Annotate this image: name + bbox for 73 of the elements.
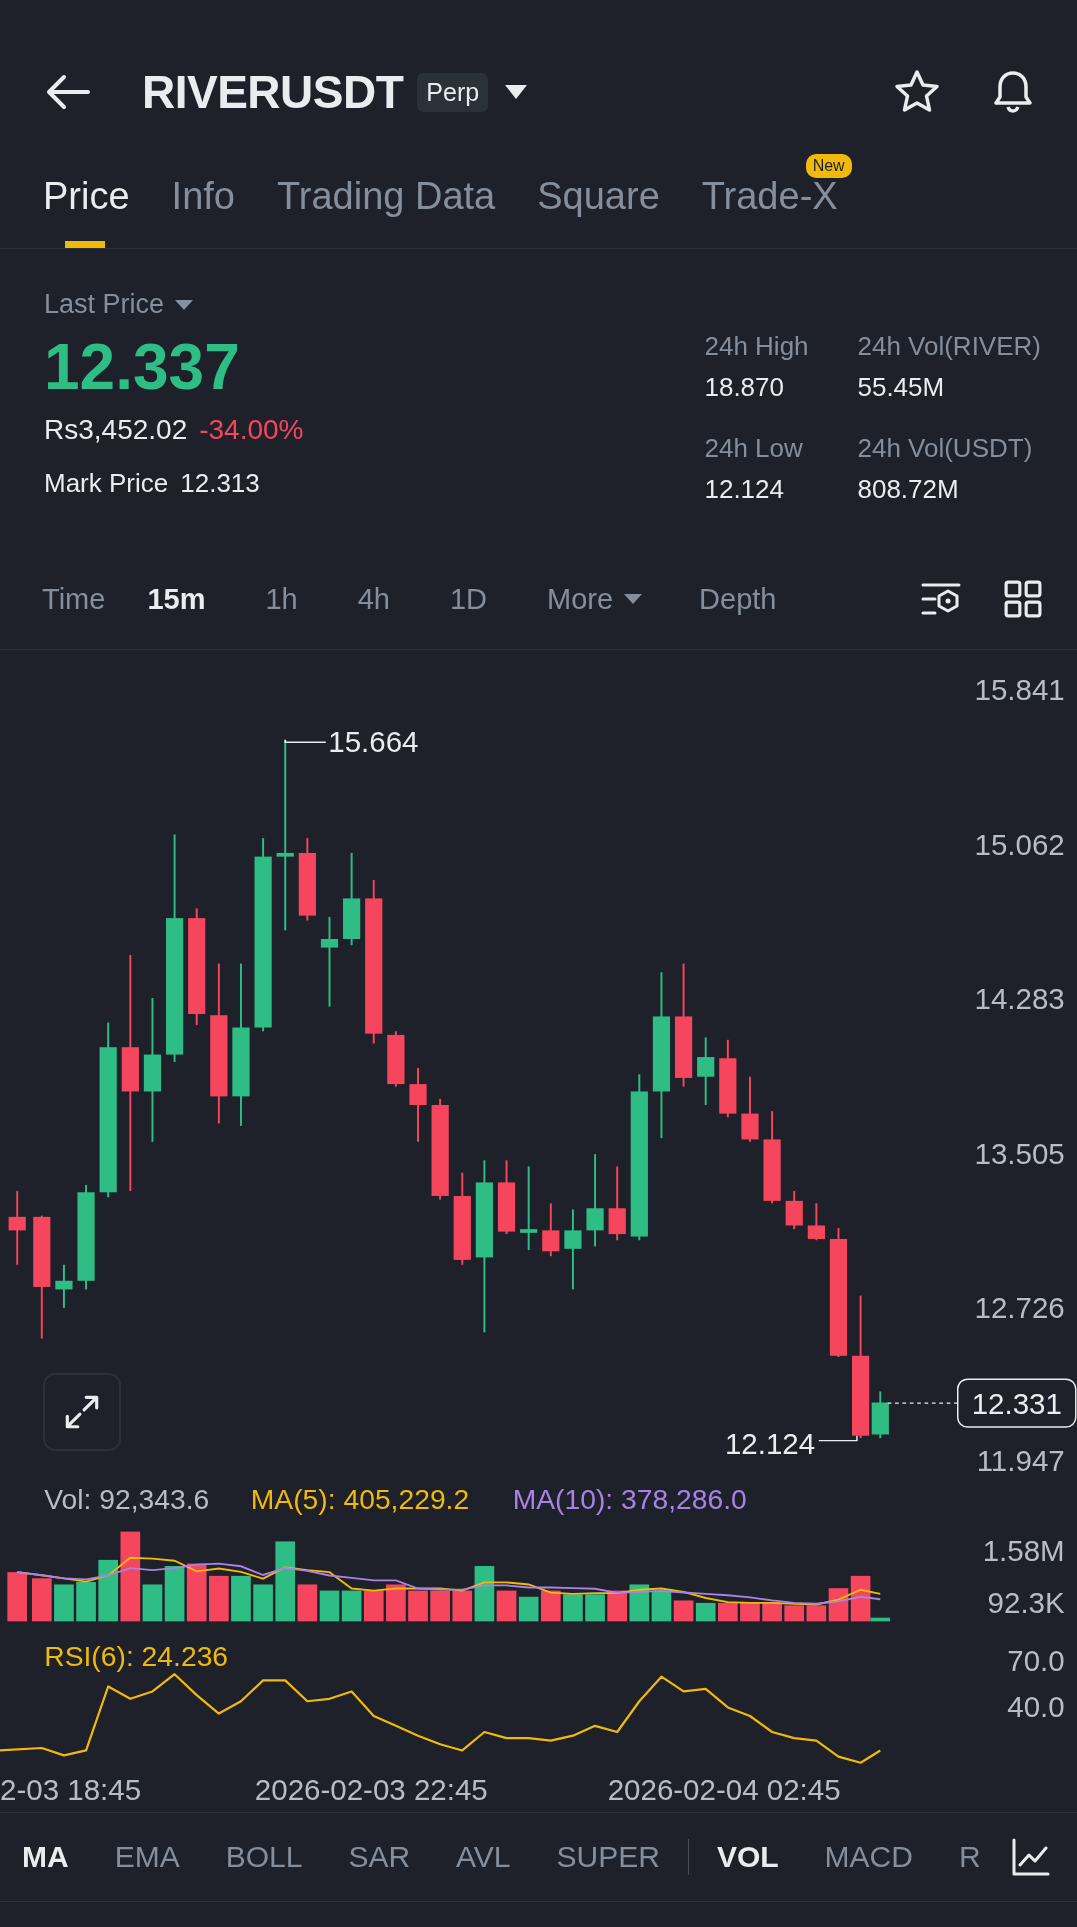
last-price-label[interactable]: Last Price <box>44 289 165 320</box>
current-price-tag: 12.331 <box>957 1378 1077 1428</box>
rsi-legend: RSI(6): 24.236 <box>44 1639 229 1672</box>
candle <box>387 1030 405 1088</box>
candle <box>55 1263 73 1309</box>
interval-dropdown[interactable]: More <box>547 582 644 616</box>
indicator-tab[interactable]: BOLL <box>225 1840 303 1874</box>
last-price: 12.337 <box>44 330 241 404</box>
interval-tab[interactable]: Time <box>42 582 106 616</box>
caret-icon <box>623 593 644 605</box>
indicator-tab[interactable]: R <box>958 1840 981 1874</box>
stat-label: 24h Vol(RIVER) <box>857 331 1041 362</box>
candle <box>741 1075 759 1143</box>
interval-tab[interactable]: Depth <box>699 582 777 616</box>
indicator-tab[interactable]: MA <box>22 1840 69 1874</box>
active-tab-underline <box>65 241 105 248</box>
tab[interactable]: Square <box>537 174 660 218</box>
tab[interactable]: Price <box>43 174 130 218</box>
indicator-tab[interactable]: VOL <box>716 1840 779 1874</box>
line-chart-icon[interactable] <box>1011 1837 1051 1877</box>
price-axis-label: 15.062 <box>974 828 1065 862</box>
stat-value: 12.124 <box>704 474 785 505</box>
fiat-price: Rs3,452.02 <box>44 414 188 446</box>
interval-tab[interactable]: 1h <box>265 582 298 616</box>
rsi-axis-label: 70.0 <box>1007 1643 1065 1677</box>
price-axis-label: 12.726 <box>974 1290 1065 1324</box>
leader-line <box>284 739 327 744</box>
low-price-label: 12.124 <box>724 1427 816 1461</box>
volume-legend: Vol: 92,343.6 <box>44 1483 210 1516</box>
volume-legend: MA(5): 405,229.2 <box>250 1483 470 1516</box>
high-price-label: 15.664 <box>328 725 419 759</box>
tab[interactable]: Trading Data <box>276 174 496 218</box>
stat-value: 808.72M <box>857 474 960 505</box>
contract-tag: Perp <box>417 72 489 112</box>
volume-axis-label: 92.3K <box>987 1585 1065 1619</box>
stat-value: 55.45M <box>857 372 946 403</box>
stat-label: 24h Low <box>704 433 804 464</box>
time-axis-label: 2-03 18:45 <box>0 1772 142 1806</box>
volume-legend: MA(10): 378,286.0 <box>512 1483 747 1516</box>
candle <box>697 1036 715 1106</box>
candle <box>807 1202 825 1242</box>
stat-label: 24h High <box>704 331 810 362</box>
grid-icon[interactable] <box>1003 580 1043 618</box>
back-arrow-icon[interactable] <box>46 74 90 110</box>
price-axis-label: 11.947 <box>976 1444 1065 1478</box>
indicator-tab[interactable]: SUPER <box>556 1840 660 1874</box>
tab[interactable]: Info <box>171 174 235 218</box>
symbol-title: RIVERUSDT <box>142 65 404 119</box>
caret-icon[interactable] <box>504 84 529 100</box>
price-axis-label: 14.283 <box>974 982 1065 1016</box>
expand-button[interactable] <box>43 1373 121 1451</box>
stat-value: 18.870 <box>704 372 785 403</box>
stat-label: 24h Vol(USDT) <box>857 433 1034 464</box>
indicator-tab[interactable]: AVL <box>456 1840 511 1874</box>
interval-tab[interactable]: 1D <box>449 582 488 616</box>
indicator-tab[interactable]: EMA <box>114 1840 180 1874</box>
new-badge: New <box>805 154 852 178</box>
candle <box>542 1202 560 1258</box>
leader-line <box>818 1434 858 1442</box>
mark-price-label: Mark Price <box>44 468 169 499</box>
mark-price: 12.313 <box>180 468 260 499</box>
indicator-tab[interactable]: MACD <box>824 1840 913 1874</box>
price-axis-label: 13.505 <box>974 1137 1065 1170</box>
interval-tab[interactable]: 4h <box>357 582 390 616</box>
interval-tab[interactable]: 15m <box>147 582 206 616</box>
candle <box>785 1190 803 1231</box>
time-axis-label: 2026-02-04 02:45 <box>607 1772 841 1806</box>
indicator-tab[interactable]: SAR <box>348 1840 411 1874</box>
volume-axis-label: 1.58M <box>982 1534 1065 1568</box>
rsi-axis-label: 40.0 <box>1007 1690 1065 1724</box>
time-axis-label: 2026-02-03 22:45 <box>254 1772 488 1806</box>
price-axis-label: 15.841 <box>974 673 1065 707</box>
price-change: -34.00% <box>199 414 304 446</box>
